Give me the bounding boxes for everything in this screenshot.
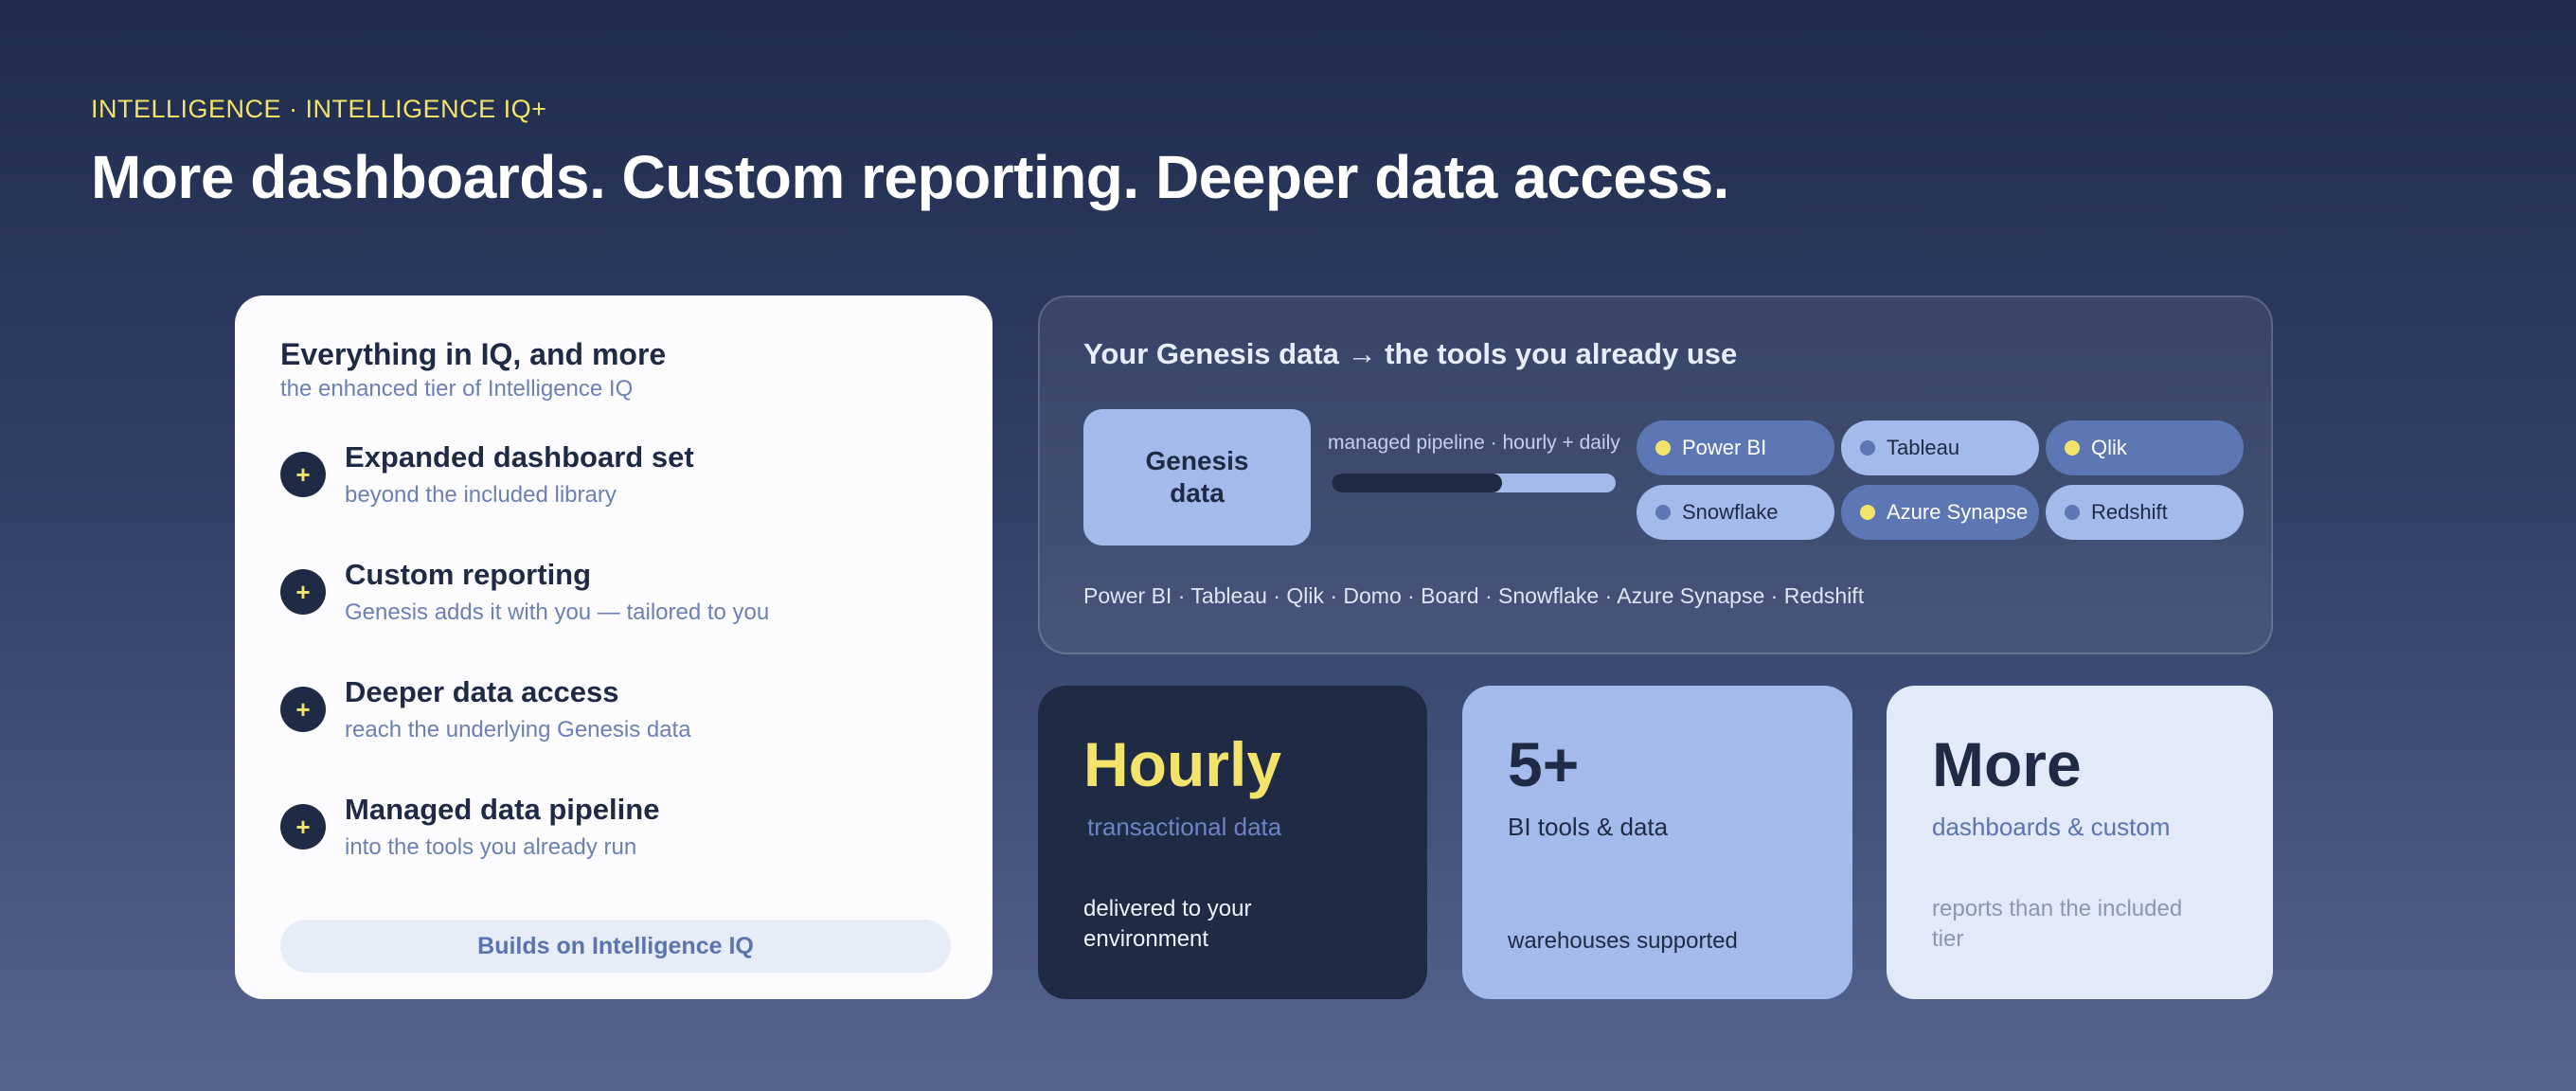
status-dot-icon	[1655, 440, 1671, 456]
feature-title: Custom reporting	[345, 558, 592, 591]
card-title: Everything in IQ, and more	[280, 337, 667, 371]
stat-subtitle: BI tools & data	[1508, 813, 1669, 841]
pipeline-progress-fill	[1332, 474, 1502, 492]
stat-value: More	[1932, 729, 2082, 799]
plus-icon: +	[280, 452, 326, 497]
tool-chip-snowflake: Snowflake	[1637, 485, 1834, 540]
page-headline: More dashboards. Custom reporting. Deepe…	[91, 143, 1729, 211]
genesis-data-box: Genesis data	[1083, 409, 1311, 546]
status-dot-icon	[2065, 505, 2080, 520]
tool-chip-label: Power BI	[1682, 436, 1767, 459]
genesis-label-line1: Genesis	[1145, 446, 1249, 476]
card-subtitle: the enhanced tier of Intelligence IQ	[280, 376, 634, 402]
stat-value: Hourly	[1083, 729, 1282, 799]
plus-icon: +	[280, 804, 326, 850]
tool-chip-label: Tableau	[1887, 436, 1960, 459]
feature-subtitle: Genesis adds it with you — tailored to y…	[345, 599, 770, 625]
tools-card-title: Your Genesis data → the tools you alread…	[1083, 337, 1738, 370]
pipeline-progress-bar	[1332, 474, 1616, 492]
supported-tools-list: Power BI · Tableau · Qlik · Domo · Board…	[1083, 583, 1865, 608]
feature-title: Expanded dashboard set	[345, 440, 694, 474]
stat-footnote: reports than the included tier	[1932, 896, 2183, 953]
tool-chips: Power BI Tableau Qlik Snowflake Azure Sy…	[1637, 420, 2250, 540]
status-dot-icon	[1860, 440, 1875, 456]
status-dot-icon	[1860, 505, 1875, 520]
features-card: Everything in IQ, and more the enhanced …	[235, 295, 993, 999]
feature-item: + Custom reporting Genesis adds it with …	[280, 558, 947, 675]
stat-footnote: warehouses supported	[1508, 928, 1738, 954]
stat-subtitle: transactional data	[1087, 813, 1282, 841]
plus-icon: +	[280, 569, 326, 615]
genesis-label-line2: data	[1170, 478, 1225, 508]
tool-chip-label: Azure Synapse	[1887, 500, 2029, 524]
tool-chip-tableau: Tableau	[1841, 420, 2039, 475]
feature-title: Deeper data access	[345, 675, 619, 708]
stat-subtitle: dashboards & custom	[1932, 813, 2171, 841]
stat-card-tools: 5+ BI tools & data warehouses supported	[1462, 686, 1852, 999]
tool-chip-redshift: Redshift	[2046, 485, 2244, 540]
eyebrow-label: INTELLIGENCE · INTELLIGENCE IQ+	[91, 95, 547, 123]
feature-subtitle: beyond the included library	[345, 482, 617, 508]
builds-on-pill: Builds on Intelligence IQ	[280, 920, 951, 973]
tool-chip-label: Snowflake	[1682, 500, 1779, 524]
tool-chip-label: Qlik	[2091, 436, 2127, 459]
feature-list: + Expanded dashboard set beyond the incl…	[280, 440, 947, 910]
stat-card-more: More dashboards & custom reports than th…	[1887, 686, 2273, 999]
tools-card: Your Genesis data → the tools you alread…	[1038, 295, 2273, 654]
stat-value: 5+	[1508, 729, 1580, 799]
feature-item: + Expanded dashboard set beyond the incl…	[280, 440, 947, 558]
status-dot-icon	[2065, 440, 2080, 456]
feature-title: Managed data pipeline	[345, 793, 660, 826]
pipeline-label: managed pipeline · hourly + daily	[1328, 432, 1620, 454]
tool-chip-qlik: Qlik	[2046, 420, 2244, 475]
feature-item: + Managed data pipeline into the tools y…	[280, 793, 947, 910]
status-dot-icon	[1655, 505, 1671, 520]
feature-item: + Deeper data access reach the underlyin…	[280, 675, 947, 793]
stat-card-hourly: Hourly transactional data delivered to y…	[1038, 686, 1427, 999]
tool-chip-label: Redshift	[2091, 500, 2168, 524]
plus-icon: +	[280, 687, 326, 732]
feature-subtitle: into the tools you already run	[345, 834, 637, 860]
tool-chip-azure-synapse: Azure Synapse	[1841, 485, 2039, 540]
stat-footnote: delivered to your environment	[1083, 896, 1252, 953]
tool-chip-power-bi: Power BI	[1637, 420, 1834, 475]
feature-subtitle: reach the underlying Genesis data	[345, 717, 691, 742]
